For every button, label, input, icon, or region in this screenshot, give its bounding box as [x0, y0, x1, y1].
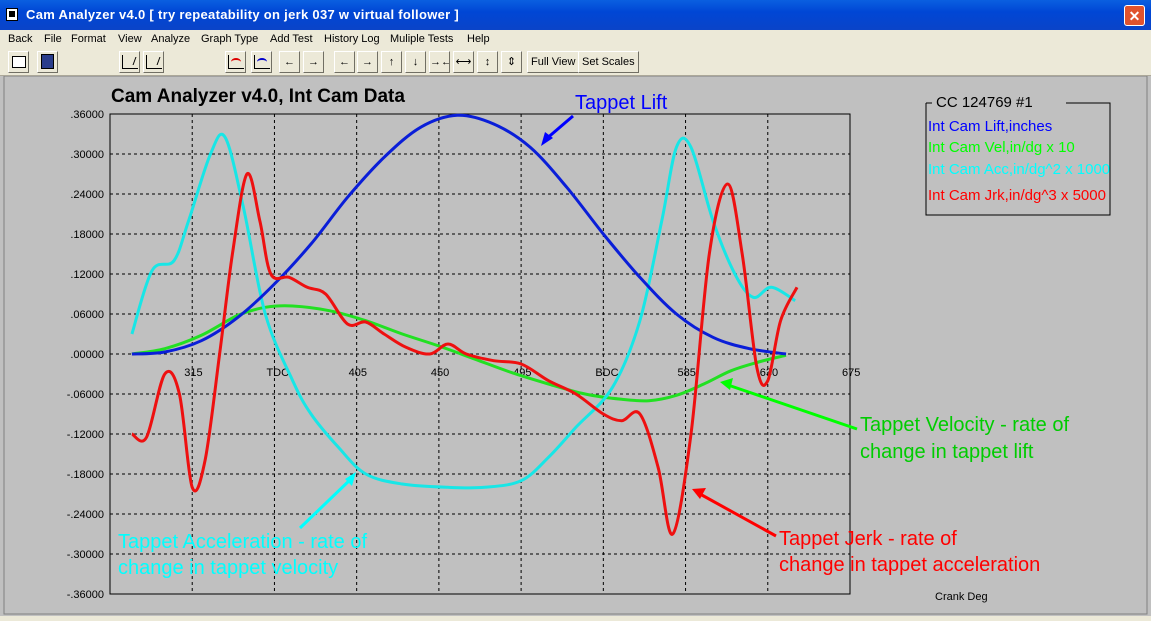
calculator-icon	[41, 54, 54, 69]
x-tick-label: 585	[678, 367, 696, 379]
menu-history-log[interactable]: History Log	[324, 33, 380, 45]
graph-tangent-icon	[121, 55, 138, 69]
y-tick-label: -.18000	[67, 469, 104, 481]
pan-down-button[interactable]: ↓	[405, 51, 426, 73]
y-tick-label: .12000	[70, 269, 104, 281]
y-tick-label: -.12000	[67, 429, 104, 441]
menu-bar: Back File Format View Analyze Graph Type…	[0, 30, 1151, 49]
y-tick-label: .24000	[70, 189, 104, 201]
print-icon	[11, 56, 26, 68]
y-tick-label: .18000	[70, 229, 104, 241]
legend-item-jerk: Int Cam Jrk,in/dg^3 x 5000	[928, 187, 1106, 204]
graph-red-icon	[227, 55, 244, 69]
graph-tangent2-icon	[145, 55, 162, 69]
print-button[interactable]	[8, 51, 29, 73]
menu-analyze[interactable]: Analyze	[151, 33, 190, 45]
annotation-velocity-line2: change in tappet lift	[860, 441, 1034, 463]
legend-item-vel: Int Cam Vel,in/dg x 10	[928, 139, 1075, 156]
y-tick-label: -.36000	[67, 589, 104, 601]
chart-title: Cam Analyzer v4.0, Int Cam Data	[111, 86, 405, 107]
app-icon	[6, 8, 18, 21]
annotation-acceleration-line2: change in tappet velocity	[118, 557, 338, 579]
annotation-jerk-line2: change in tappet acceleration	[779, 554, 1040, 576]
x-tick-label: 450	[431, 367, 449, 379]
menu-back[interactable]: Back	[8, 33, 32, 45]
y-tick-label: -.30000	[67, 549, 104, 561]
graph-blue-icon	[253, 55, 270, 69]
menu-view[interactable]: View	[118, 33, 142, 45]
x-tick-label: 675	[842, 367, 860, 379]
pan-left-button[interactable]: ←	[334, 51, 355, 73]
graph-red-button[interactable]	[225, 51, 246, 73]
calculator-button[interactable]	[37, 51, 58, 73]
annotation-velocity-line1: Tappet Velocity - rate of	[860, 414, 1069, 436]
full-view-button[interactable]: Full View	[527, 51, 580, 73]
pan-right-button[interactable]: →	[357, 51, 378, 73]
zoom-y-in-button[interactable]: ↕	[477, 51, 498, 73]
annotation-jerk-line1: Tappet Jerk - rate of	[779, 528, 957, 550]
graph-blue-button[interactable]	[251, 51, 272, 73]
legend-title: CC 124769 #1	[936, 94, 1033, 111]
y-tick-label: .06000	[70, 309, 104, 321]
annotation-acceleration-line1: Tappet Acceleration - rate of	[118, 531, 367, 553]
x-axis-label: Crank Deg	[935, 591, 988, 603]
menu-multiple-tests[interactable]: Muliple Tests	[390, 33, 453, 45]
menu-file[interactable]: File	[44, 33, 62, 45]
legend-item-acc: Int Cam Acc,in/dg^2 x 1000	[928, 161, 1110, 178]
pan-up-button[interactable]: ↑	[381, 51, 402, 73]
annotation-tappet-lift: Tappet Lift	[575, 92, 668, 114]
zoom-x-in-button[interactable]: →←	[429, 51, 450, 73]
title-bar: Cam Analyzer v4.0 [ try repeatability on…	[0, 0, 1151, 30]
graph-tangent2-button[interactable]	[143, 51, 164, 73]
zoom-y-out-button[interactable]: ⇕	[501, 51, 522, 73]
menu-help[interactable]: Help	[467, 33, 490, 45]
y-tick-label: .36000	[70, 109, 104, 121]
menu-graph-type[interactable]: Graph Type	[201, 33, 258, 45]
zoom-x-out-button[interactable]: ⟷	[453, 51, 474, 73]
plot-area: .36000 .30000 .24000 .18000 .12000 .06000 .000…	[0, 75, 1151, 616]
legend-item-lift: Int Cam Lift,inches	[928, 118, 1052, 135]
window-title: Cam Analyzer v4.0 [ try repeatability on…	[26, 7, 460, 22]
x-tick-label: BDC	[595, 367, 618, 379]
next-test-button[interactable]: →	[303, 51, 324, 73]
set-scales-button[interactable]: Set Scales	[578, 51, 639, 73]
close-button[interactable]: ✕	[1124, 5, 1145, 26]
prev-test-button[interactable]: ←	[279, 51, 300, 73]
x-tick-label: 315	[184, 367, 202, 379]
x-tick-label: 405	[349, 367, 367, 379]
y-tick-label: .00000	[70, 349, 104, 361]
toolbar: ← → ← → ↑ ↓ →← ⟷ ↕ ⇕ Full View Set Scale…	[0, 49, 1151, 76]
cam-chart[interactable]: .36000 .30000 .24000 .18000 .12000 .06000 .000…	[0, 75, 1151, 616]
menu-add-test[interactable]: Add Test	[270, 33, 313, 45]
y-tick-label: -.24000	[67, 509, 104, 521]
y-tick-label: .30000	[70, 149, 104, 161]
y-tick-label: -.06000	[67, 389, 104, 401]
graph-tangent-button[interactable]	[119, 51, 140, 73]
menu-format[interactable]: Format	[71, 33, 106, 45]
